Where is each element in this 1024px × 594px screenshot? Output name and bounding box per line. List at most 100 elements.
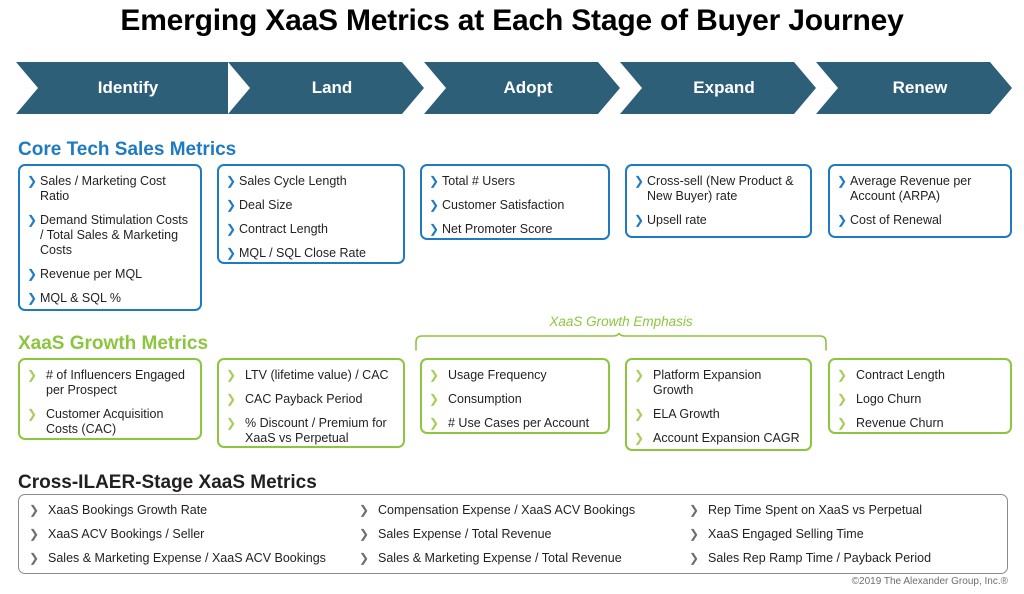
chevron-right-icon: ❯	[27, 407, 38, 421]
stage-label: Adopt	[503, 78, 553, 97]
metric-item: ❯ Compensation Expense / XaaS ACV Booking…	[359, 503, 635, 518]
stage-renew[interactable]: Renew	[816, 62, 1012, 114]
chevron-right-icon: ❯	[837, 174, 848, 188]
metric-label: Sales & Marketing Expense / XaaS ACV Boo…	[48, 551, 326, 565]
chevron-right-icon: ❯	[634, 174, 645, 188]
metric-label: Platform Expansion Growth	[653, 368, 762, 397]
metric-label: Cost of Renewal	[850, 213, 942, 227]
metric-item: ❯ XaaS Bookings Growth Rate	[29, 503, 326, 518]
buyer-journey-stage-banner: Identify Land Adopt Expand Renew	[16, 62, 1012, 114]
metric-label: Revenue Churn	[856, 416, 944, 430]
metric-list: ❯ Usage Frequency ❯ Consumption ❯ # Use Cas…	[429, 368, 600, 431]
metric-label: Contract Length	[856, 368, 945, 382]
metric-list: ❯ # of Influencers Engaged per Prospect ❯…	[27, 368, 192, 437]
metric-item: ❯ Upsell rate	[634, 213, 802, 228]
chevron-right-icon: ❯	[634, 213, 645, 227]
chevron-right-icon: ❯	[27, 174, 38, 188]
metric-label: Compensation Expense / XaaS ACV Bookings	[378, 503, 636, 517]
metric-label: Usage Frequency	[448, 368, 547, 382]
metric-list: ❯ Sales / Marketing Cost Ratio ❯ Demand St…	[27, 174, 192, 306]
metric-item: ❯ Usage Frequency	[429, 368, 600, 383]
chevron-right-icon: ❯	[429, 392, 440, 406]
cross-stage-column-2: ❯ Compensation Expense / XaaS ACV Booking…	[359, 503, 635, 566]
metric-item: ❯ Sales / Marketing Cost Ratio	[27, 174, 192, 204]
cross-stage-column-1: ❯ XaaS Bookings Growth Rate ❯ XaaS ACV Boo…	[29, 503, 326, 566]
chevron-right-icon: ❯	[226, 222, 237, 236]
stage-adopt[interactable]: Adopt	[424, 62, 620, 114]
metric-label: XaaS Engaged Selling Time	[708, 527, 864, 541]
metric-item: ❯ Revenue per MQL	[27, 267, 192, 282]
metric-label: ELA Growth	[653, 407, 720, 421]
core-metrics-card-adopt: ❯ Total # Users ❯ Customer Satisfaction ❯ N…	[420, 164, 610, 240]
stage-expand[interactable]: Expand	[620, 62, 816, 114]
metric-label: Consumption	[448, 392, 522, 406]
core-metrics-card-land: ❯ Sales Cycle Length ❯ Deal Size ❯ Contract…	[217, 164, 405, 264]
chevron-right-icon: ❯	[837, 392, 848, 406]
metric-item: ❯ Logo Churn	[837, 392, 1002, 407]
chevron-right-icon: ❯	[27, 267, 38, 281]
chevron-right-icon: ❯	[429, 174, 440, 188]
chevron-right-icon: ❯	[27, 291, 38, 305]
metric-label: Logo Churn	[856, 392, 922, 406]
metric-list: ❯ Average Revenue per Account (ARPA) ❯ Cos…	[837, 174, 1002, 228]
chevron-right-icon: ❯	[359, 503, 370, 517]
metric-label: # of Influencers Engaged per Prospect	[46, 368, 185, 397]
metric-item: ❯ Net Promoter Score	[429, 222, 600, 237]
metric-list: ❯ Sales Cycle Length ❯ Deal Size ❯ Contract…	[226, 174, 395, 261]
chevron-right-icon: ❯	[29, 503, 40, 517]
chevron-right-icon: ❯	[226, 198, 237, 212]
metric-label: Deal Size	[239, 198, 293, 212]
cross-stage-column-3: ❯ Rep Time Spent on XaaS vs Perpetual ❯ Xa…	[689, 503, 931, 566]
core-metrics-card-identify: ❯ Sales / Marketing Cost Ratio ❯ Demand St…	[18, 164, 202, 311]
metric-label: Customer Satisfaction	[442, 198, 565, 212]
metric-item: ❯ Sales Rep Ramp Time / Payback Period	[689, 551, 931, 566]
metric-list: ❯ XaaS Bookings Growth Rate ❯ XaaS ACV Boo…	[29, 503, 326, 566]
metric-label: XaaS ACV Bookings / Seller	[48, 527, 205, 541]
stage-label: Expand	[693, 78, 755, 97]
chevron-right-icon: ❯	[27, 368, 38, 382]
metric-label: Revenue per MQL	[40, 267, 143, 281]
metric-item: ❯ Account Expansion CAGR	[634, 431, 802, 446]
chevron-right-icon: ❯	[226, 174, 237, 188]
metric-item: ❯ Sales Expense / Total Revenue	[359, 527, 635, 542]
metric-item: ❯ Consumption	[429, 392, 600, 407]
section-title-core-tech-sales-metrics: Core Tech Sales Metrics	[18, 139, 237, 160]
growth-emphasis-label: XaaS Growth Emphasis	[549, 314, 693, 329]
metric-list: ❯ Compensation Expense / XaaS ACV Booking…	[359, 503, 635, 566]
chevron-right-icon: ❯	[359, 527, 370, 541]
metric-label: % Discount / Premium for XaaS vs Perpetu…	[245, 416, 387, 445]
chevron-right-icon: ❯	[689, 551, 700, 565]
metric-list: ❯ LTV (lifetime value) / CAC ❯ CAC Payback…	[226, 368, 395, 446]
metric-item: ❯ # Use Cases per Account	[429, 416, 600, 431]
chevron-right-icon: ❯	[226, 392, 237, 406]
metric-label: Demand Stimulation Costs / Total Sales &…	[40, 213, 188, 257]
metric-item: ❯ Customer Satisfaction	[429, 198, 600, 213]
metric-item: ❯ Cross-sell (New Product & New Buyer) ra…	[634, 174, 802, 204]
metric-label: Sales & Marketing Expense / Total Revenu…	[378, 551, 622, 565]
growth-emphasis-brace-icon	[415, 333, 827, 351]
metric-label: MQL / SQL Close Rate	[239, 246, 366, 260]
stage-land[interactable]: Land	[228, 62, 424, 114]
metric-item: ❯ Total # Users	[429, 174, 600, 189]
metric-label: MQL & SQL %	[40, 291, 122, 305]
metric-label: Account Expansion CAGR	[653, 431, 800, 445]
chevron-right-icon: ❯	[429, 198, 440, 212]
stage-identify[interactable]: Identify	[16, 62, 228, 114]
metric-label: Net Promoter Score	[442, 222, 553, 236]
growth-metrics-card-expand: ❯ Platform Expansion Growth ❯ ELA Growth ❯…	[625, 358, 812, 451]
chevron-right-icon: ❯	[226, 368, 237, 382]
metric-label: Average Revenue per Account (ARPA)	[850, 174, 972, 203]
metric-list: ❯ Rep Time Spent on XaaS vs Perpetual ❯ Xa…	[689, 503, 931, 566]
metric-label: Sales Rep Ramp Time / Payback Period	[708, 551, 932, 565]
chevron-right-icon: ❯	[226, 246, 237, 260]
metric-item: ❯ Customer Acquisition Costs (CAC)	[27, 407, 192, 437]
metric-label: Total # Users	[442, 174, 515, 188]
section-title-xaas-growth-metrics: XaaS Growth Metrics	[18, 333, 209, 354]
metric-label: Customer Acquisition Costs (CAC)	[46, 407, 164, 436]
metric-item: ❯ Rep Time Spent on XaaS vs Perpetual	[689, 503, 931, 518]
metric-item: ❯ # of Influencers Engaged per Prospect	[27, 368, 192, 398]
chevron-right-icon: ❯	[429, 222, 440, 236]
chevron-right-icon: ❯	[29, 551, 40, 565]
growth-metrics-card-renew: ❯ Contract Length ❯ Logo Churn ❯ Revenue Ch…	[828, 358, 1012, 434]
section-title-cross-ilaer-stage-xaas-metrics: Cross-ILAER-Stage XaaS Metrics	[18, 472, 317, 493]
